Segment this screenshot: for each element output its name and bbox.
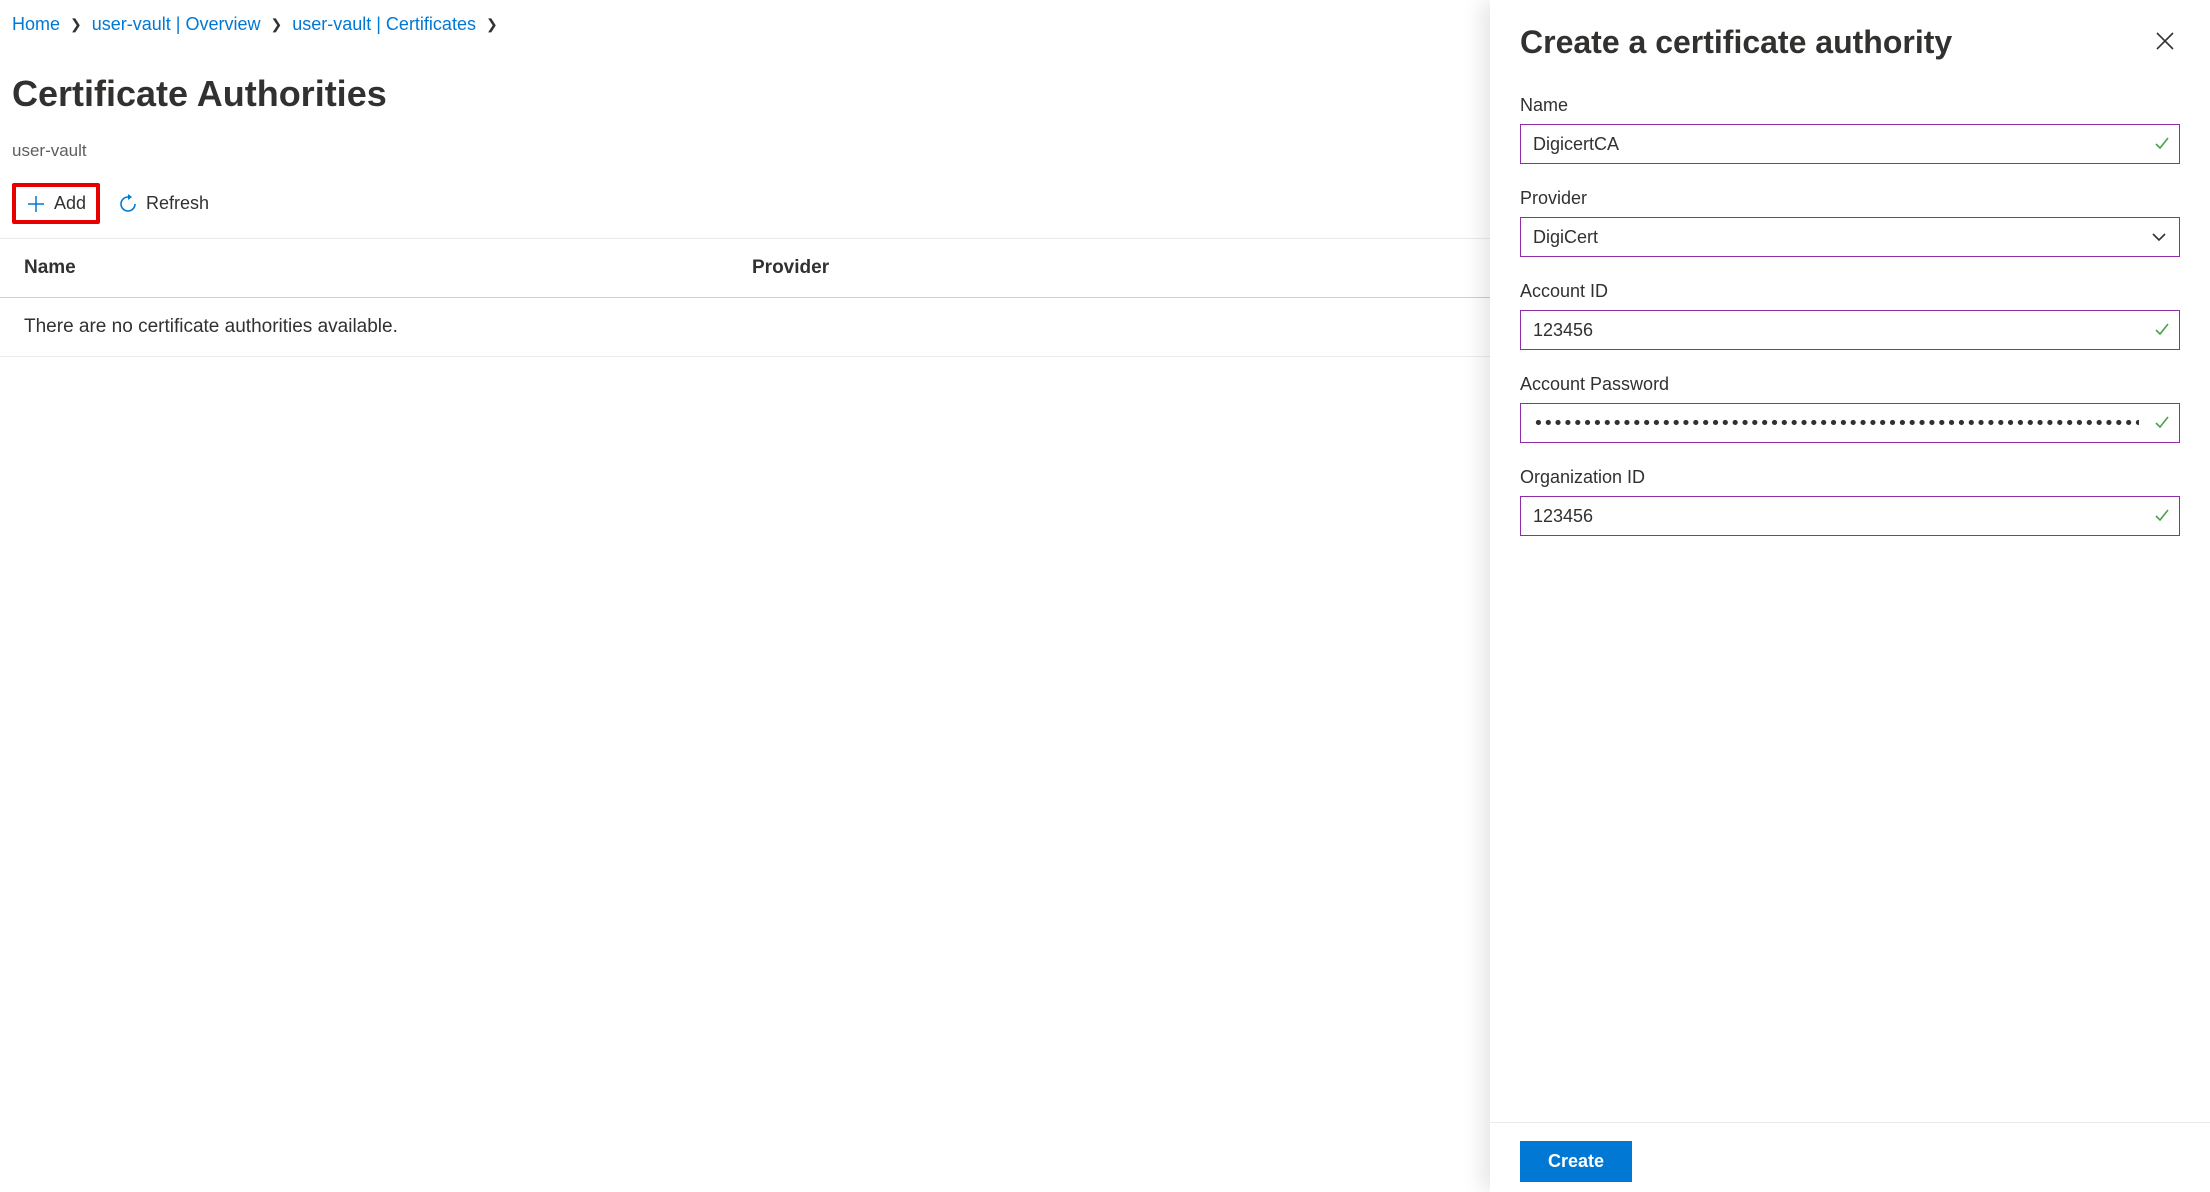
chevron-right-icon: ❯ (270, 16, 282, 33)
provider-select[interactable]: DigiCert (1520, 217, 2180, 257)
breadcrumb-overview[interactable]: user-vault | Overview (92, 14, 261, 35)
account-password-label: Account Password (1520, 374, 2180, 395)
close-icon (2154, 40, 2176, 55)
organization-id-label: Organization ID (1520, 467, 2180, 488)
chevron-right-icon: ❯ (70, 16, 82, 33)
create-ca-flyout: Create a certificate authority Name Prov… (1490, 0, 2210, 1192)
field-organization-id: Organization ID (1520, 467, 2180, 536)
field-account-password: Account Password (1520, 374, 2180, 443)
provider-label: Provider (1520, 188, 2180, 209)
account-id-label: Account ID (1520, 281, 2180, 302)
account-id-input[interactable] (1520, 310, 2180, 350)
name-input[interactable] (1520, 124, 2180, 164)
flyout-title: Create a certificate authority (1520, 24, 1952, 61)
flyout-footer: Create (1490, 1122, 2210, 1192)
column-name[interactable]: Name (12, 257, 752, 279)
refresh-icon (118, 194, 138, 214)
field-name: Name (1520, 95, 2180, 164)
breadcrumb-certificates[interactable]: user-vault | Certificates (292, 14, 476, 35)
refresh-label: Refresh (146, 193, 209, 214)
close-button[interactable] (2150, 26, 2180, 59)
create-button[interactable]: Create (1520, 1141, 1632, 1182)
breadcrumb-home[interactable]: Home (12, 14, 60, 35)
add-label: Add (54, 193, 86, 214)
field-provider: Provider DigiCert (1520, 188, 2180, 257)
flyout-header: Create a certificate authority (1490, 0, 2210, 75)
account-password-input[interactable] (1520, 403, 2180, 443)
refresh-button[interactable]: Refresh (108, 187, 219, 220)
plus-icon (26, 194, 46, 214)
organization-id-input[interactable] (1520, 496, 2180, 536)
flyout-body: Name Provider DigiCert Account ID (1490, 75, 2210, 1122)
add-button[interactable]: Add (12, 183, 100, 224)
name-label: Name (1520, 95, 2180, 116)
chevron-right-icon: ❯ (486, 16, 498, 33)
field-account-id: Account ID (1520, 281, 2180, 350)
column-provider[interactable]: Provider (752, 257, 1052, 279)
